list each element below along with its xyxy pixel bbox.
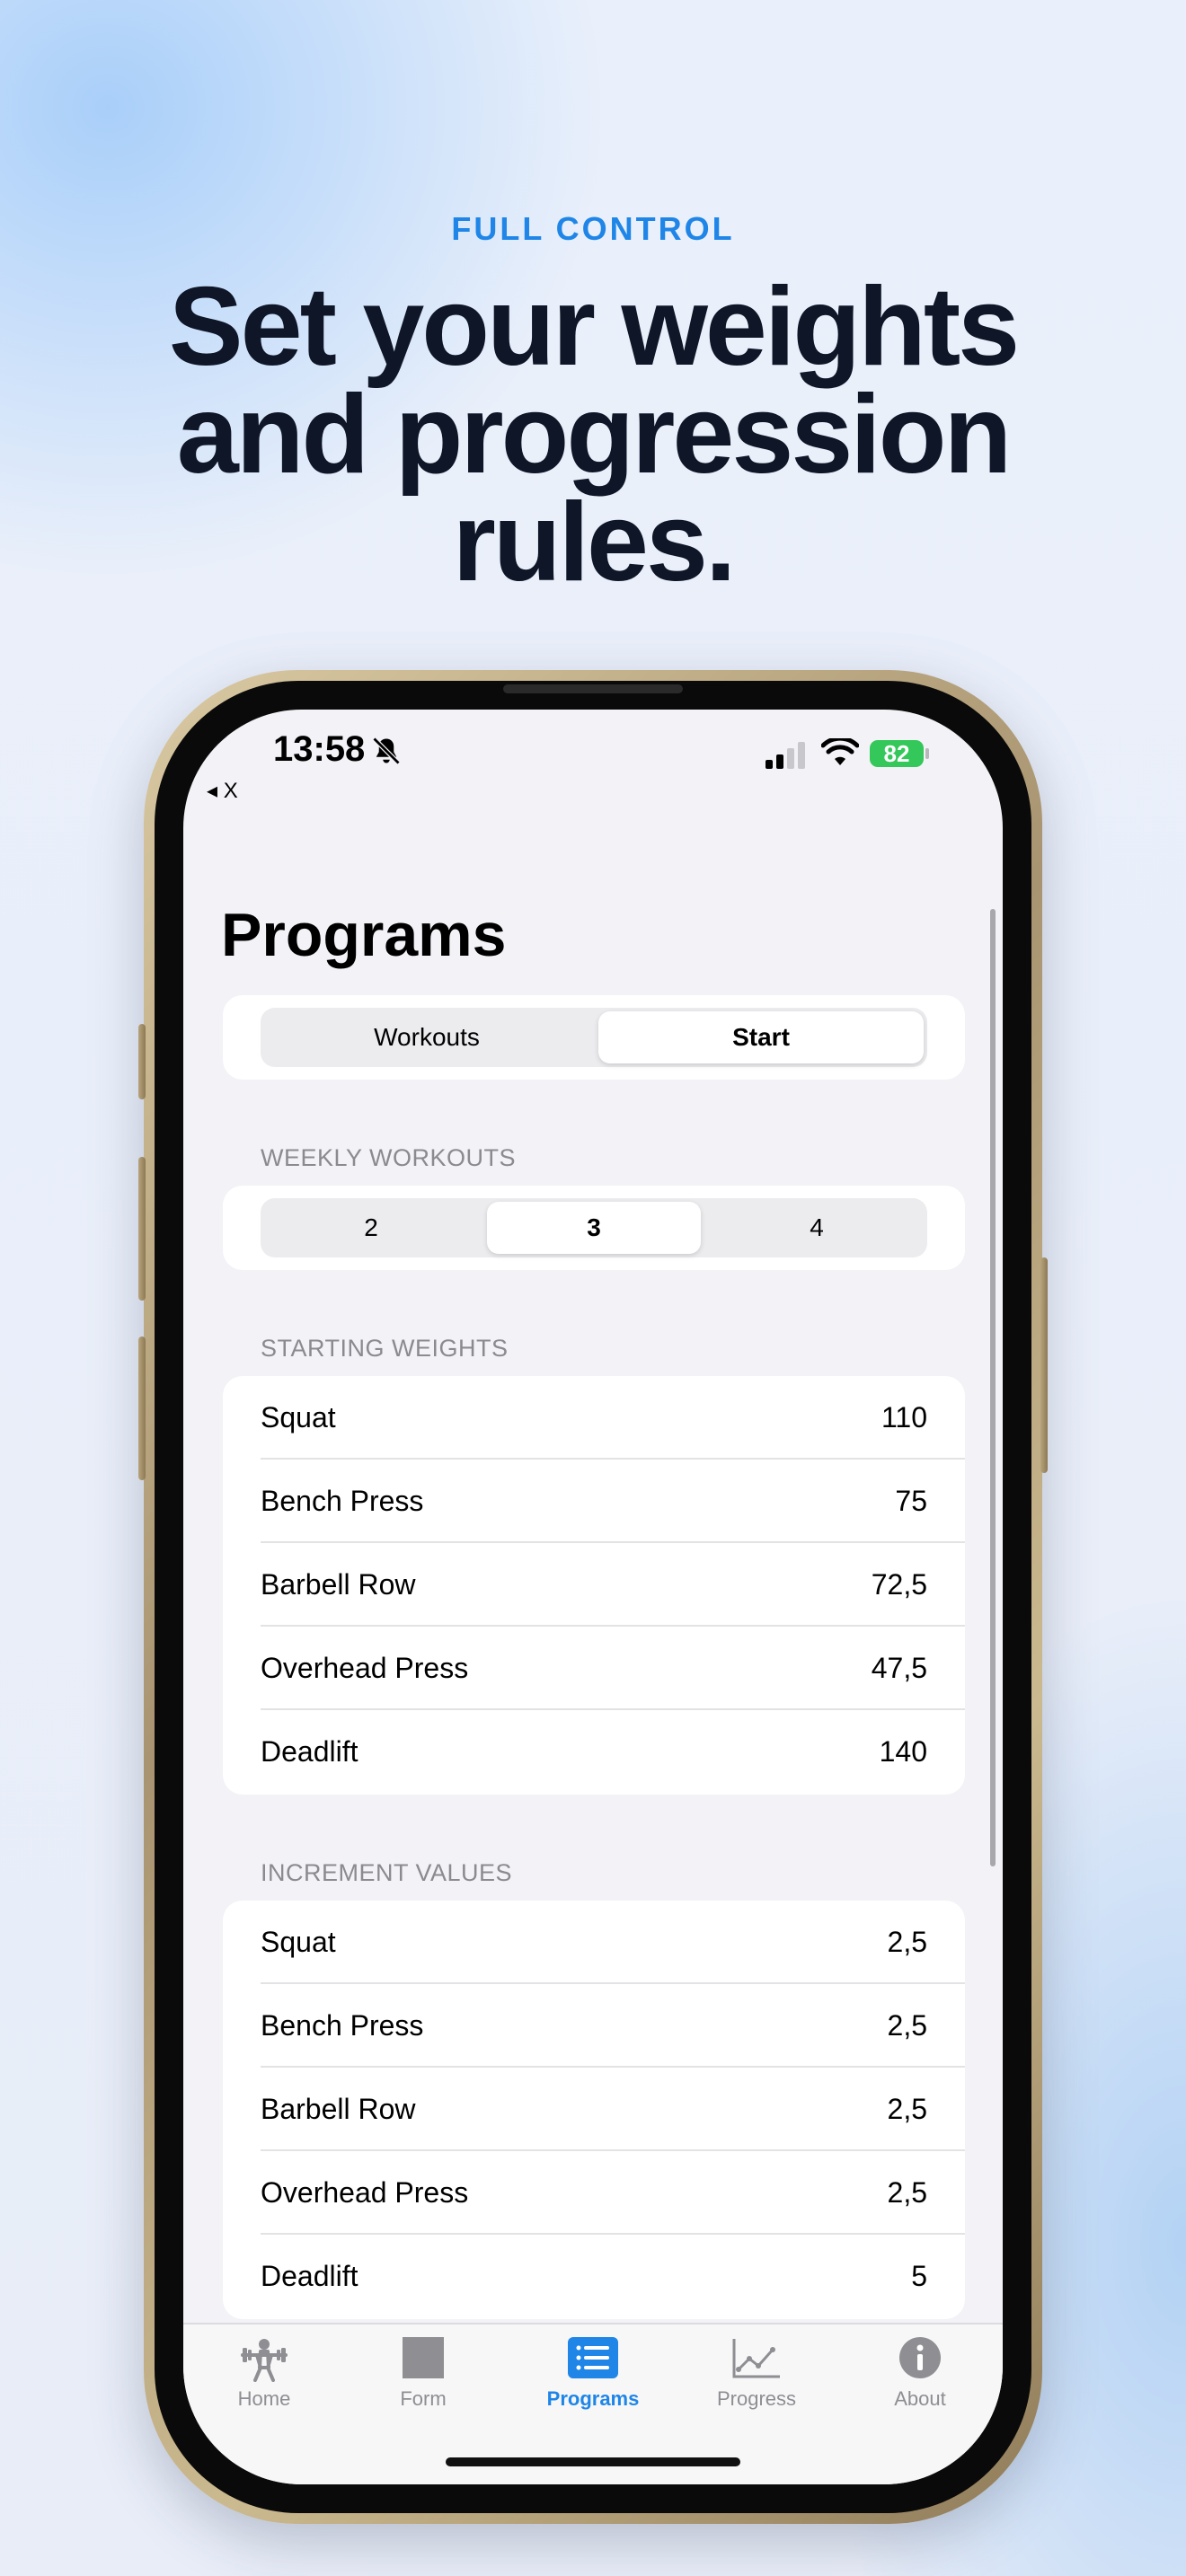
starting-weight-row[interactable]: Squat 110 xyxy=(261,1376,965,1460)
starting-weight-row[interactable]: Barbell Row 72,5 xyxy=(261,1543,965,1627)
increment-value: 2,5 xyxy=(887,2009,927,2042)
headline: Set your weights and progression rules. xyxy=(0,265,1186,604)
headline-line: Set your weights xyxy=(168,265,1020,389)
tab-label: Progress xyxy=(716,2387,797,2410)
back-to-app-link[interactable]: ◂ X xyxy=(207,778,238,804)
battery-cap xyxy=(925,748,929,759)
segment-start[interactable]: Start xyxy=(598,1011,924,1063)
exercise-name: Overhead Press xyxy=(261,1652,469,1684)
volume-down-button xyxy=(138,1337,146,1480)
phone-screen: 13:58 ◂ X 82 Programs Workouts Start WEE… xyxy=(183,710,1003,2484)
weekly-workouts-label: WEEKLY WORKOUTS xyxy=(261,1144,517,1171)
starting-weights-label: STARTING WEIGHTS xyxy=(261,1335,509,1362)
weight-value: 110 xyxy=(881,1401,927,1434)
starting-weights-card: Squat 110 Bench Press 75 Barbell Row 72,… xyxy=(223,1376,965,1795)
action-button xyxy=(138,1024,146,1099)
bell-muted-icon xyxy=(372,737,401,765)
increment-row[interactable]: Barbell Row 2,5 xyxy=(261,2068,965,2151)
weight-value: 75 xyxy=(895,1485,927,1517)
list-icon xyxy=(568,2337,618,2378)
tab-label: Programs xyxy=(546,2387,640,2410)
weekly-workouts-segmented-control: 2 3 4 xyxy=(261,1198,927,1257)
status-time: 13:58 xyxy=(273,729,366,769)
line-chart-icon xyxy=(732,2339,780,2378)
battery-indicator: 82 xyxy=(870,740,924,767)
tab-label: About xyxy=(894,2387,946,2410)
exercise-name: Deadlift xyxy=(261,1735,358,1768)
weight-value: 72,5 xyxy=(871,1568,927,1601)
tab-label: Home xyxy=(237,2387,291,2410)
exercise-name: Bench Press xyxy=(261,1485,424,1517)
increment-value: 2,5 xyxy=(887,2093,927,2125)
segment-3-workouts[interactable]: 3 xyxy=(487,1202,701,1254)
wifi-icon xyxy=(821,738,859,765)
exercise-name: Barbell Row xyxy=(261,1568,416,1601)
exercise-name: Deadlift xyxy=(261,2260,358,2292)
volume-up-button xyxy=(138,1157,146,1301)
exercise-name: Bench Press xyxy=(261,2009,424,2042)
page-title: Programs xyxy=(221,901,507,969)
info-icon xyxy=(899,2337,941,2378)
tab-progress[interactable]: Progress xyxy=(694,2337,819,2411)
mode-segment-card: Workouts Start xyxy=(223,995,965,1080)
increment-row[interactable]: Overhead Press 2,5 xyxy=(261,2151,965,2235)
home-indicator[interactable] xyxy=(446,2457,740,2466)
exercise-name: Barbell Row xyxy=(261,2093,416,2125)
mode-segmented-control: Workouts Start xyxy=(261,1008,927,1067)
eyebrow-text: FULL CONTROL xyxy=(451,210,735,247)
exercise-name: Overhead Press xyxy=(261,2176,469,2209)
tab-label: Form xyxy=(400,2387,447,2410)
speaker-grille xyxy=(503,684,683,693)
scrollbar[interactable] xyxy=(990,909,996,1866)
increment-values-card: Squat 2,5 Bench Press 2,5 Barbell Row 2,… xyxy=(223,1901,965,2319)
segment-workouts[interactable]: Workouts xyxy=(264,1011,589,1063)
increment-row[interactable]: Bench Press 2,5 xyxy=(261,1984,965,2068)
weekly-workouts-card: 2 3 4 xyxy=(223,1186,965,1270)
power-button xyxy=(1040,1257,1048,1473)
headline-line: and progression xyxy=(176,373,1012,497)
weight-value: 47,5 xyxy=(871,1652,927,1684)
tab-form[interactable]: Form xyxy=(360,2337,486,2411)
barbell-lifter-icon xyxy=(241,2339,288,2382)
increment-value: 5 xyxy=(911,2260,927,2292)
tab-about[interactable]: About xyxy=(857,2337,983,2411)
starting-weight-row[interactable]: Deadlift 140 xyxy=(261,1710,965,1794)
cellular-signal-icon xyxy=(766,742,805,769)
increment-value: 2,5 xyxy=(887,1926,927,1958)
starting-weight-row[interactable]: Bench Press 75 xyxy=(261,1460,965,1543)
weight-value: 140 xyxy=(879,1735,927,1768)
tab-home[interactable]: Home xyxy=(201,2337,327,2411)
increment-row[interactable]: Deadlift 5 xyxy=(261,2235,965,2318)
increment-value: 2,5 xyxy=(887,2176,927,2209)
headline-line: rules. xyxy=(452,481,737,604)
segment-4-workouts[interactable]: 4 xyxy=(710,1202,924,1254)
increment-row[interactable]: Squat 2,5 xyxy=(261,1901,965,1984)
exercise-name: Squat xyxy=(261,1926,336,1958)
exercise-name: Squat xyxy=(261,1401,336,1434)
square-icon xyxy=(403,2337,444,2378)
segment-2-workouts[interactable]: 2 xyxy=(264,1202,478,1254)
increment-values-label: INCREMENT VALUES xyxy=(261,1859,513,1886)
tab-programs[interactable]: Programs xyxy=(530,2337,656,2411)
starting-weight-row[interactable]: Overhead Press 47,5 xyxy=(261,1627,965,1710)
